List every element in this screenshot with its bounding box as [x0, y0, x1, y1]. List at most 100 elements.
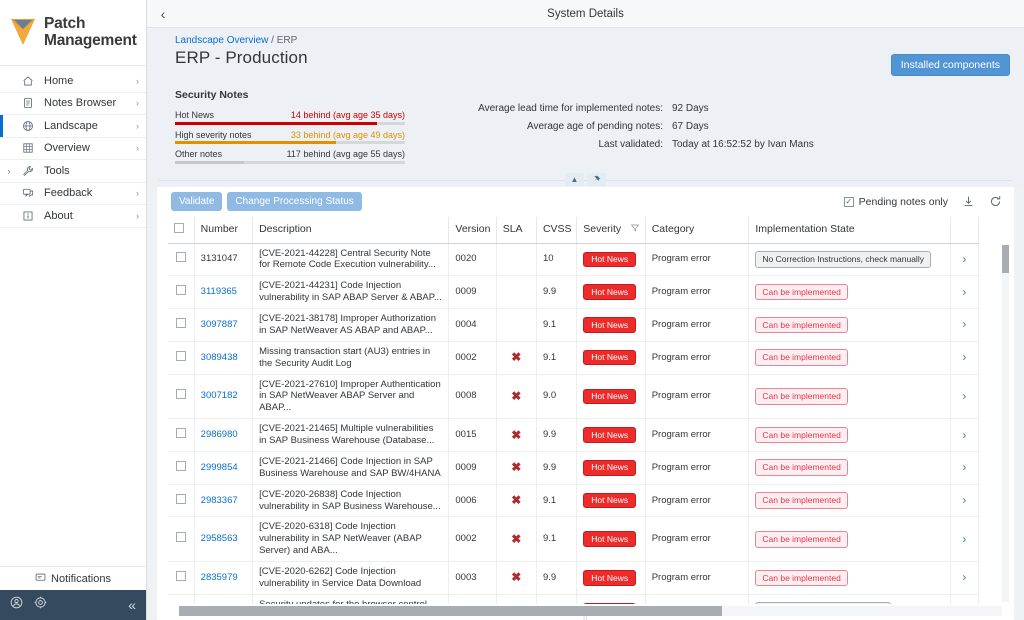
- th-version[interactable]: Version: [449, 217, 496, 244]
- table-row[interactable]: 3097887[CVE-2021-38178] Improper Authori…: [168, 309, 979, 342]
- note-number[interactable]: 2986980: [201, 429, 238, 440]
- validate-button[interactable]: Validate: [171, 192, 222, 211]
- row-checkbox[interactable]: [176, 252, 186, 262]
- cell-number[interactable]: 2958563: [194, 517, 252, 562]
- row-checkbox[interactable]: [176, 285, 186, 295]
- chevron-right-icon[interactable]: ›: [962, 285, 966, 299]
- th-severity[interactable]: Severity: [577, 217, 645, 244]
- th-cvss[interactable]: CVSS: [536, 217, 576, 244]
- row-select-cell[interactable]: [168, 451, 194, 484]
- note-number[interactable]: 2999854: [201, 462, 238, 473]
- cell-number[interactable]: 2986980: [194, 419, 252, 452]
- cell-navigate[interactable]: ›: [950, 594, 978, 604]
- row-select-cell[interactable]: [168, 243, 194, 276]
- table-row[interactable]: 2983367[CVE-2020-26838] Code Injection v…: [168, 484, 979, 517]
- collapse-panel-button[interactable]: ▲: [565, 173, 584, 186]
- cell-navigate[interactable]: ›: [950, 374, 978, 419]
- row-checkbox[interactable]: [176, 318, 186, 328]
- th-description[interactable]: Description: [253, 217, 449, 244]
- chevron-right-icon[interactable]: ›: [962, 350, 966, 364]
- sidebar-item-about[interactable]: About›: [0, 205, 146, 228]
- row-select-cell[interactable]: [168, 419, 194, 452]
- chevron-right-icon[interactable]: ›: [962, 389, 966, 403]
- security-note-bar[interactable]: Hot News14 behind (avg age 35 days): [175, 110, 405, 125]
- note-number[interactable]: 2958563: [201, 533, 238, 544]
- note-number[interactable]: 2835979: [201, 572, 238, 583]
- user-icon[interactable]: [10, 596, 23, 614]
- cell-number[interactable]: 2835979: [194, 562, 252, 595]
- cell-number[interactable]: 2999854: [194, 451, 252, 484]
- chevron-right-icon[interactable]: ›: [962, 532, 966, 546]
- vertical-scrollbar-thumb[interactable]: [1002, 245, 1009, 273]
- row-checkbox[interactable]: [176, 461, 186, 471]
- cell-number[interactable]: 3089438: [194, 341, 252, 374]
- row-select-cell[interactable]: [168, 309, 194, 342]
- row-select-cell[interactable]: [168, 517, 194, 562]
- th-implementation-state[interactable]: Implementation State: [749, 217, 950, 244]
- table-row[interactable]: 2622660Security updates for the browser …: [168, 594, 979, 604]
- chevron-right-icon[interactable]: ›: [962, 570, 966, 584]
- sidebar-item-landscape[interactable]: Landscape›: [0, 115, 146, 138]
- security-note-bar[interactable]: High severity notes33 behind (avg age 49…: [175, 130, 405, 145]
- th-category[interactable]: Category: [645, 217, 749, 244]
- row-checkbox[interactable]: [176, 494, 186, 504]
- th-sla[interactable]: SLA: [496, 217, 536, 244]
- cell-number[interactable]: 3097887: [194, 309, 252, 342]
- chevron-right-icon[interactable]: ›: [962, 428, 966, 442]
- row-checkbox[interactable]: [176, 428, 186, 438]
- chevron-right-icon[interactable]: ›: [962, 252, 966, 266]
- resize-grip[interactable]: ∷: [157, 615, 1014, 620]
- cell-navigate[interactable]: ›: [950, 517, 978, 562]
- breadcrumb-link[interactable]: Landscape Overview: [175, 35, 268, 46]
- table-row[interactable]: 2999854[CVE-2021-21466] Code Injection i…: [168, 451, 979, 484]
- row-checkbox[interactable]: [176, 532, 186, 542]
- row-select-cell[interactable]: [168, 276, 194, 309]
- cell-navigate[interactable]: ›: [950, 276, 978, 309]
- sidebar-item-notes-browser[interactable]: Notes Browser›: [0, 93, 146, 116]
- table-row[interactable]: 3089438Missing transaction start (AU3) e…: [168, 341, 979, 374]
- cell-navigate[interactable]: ›: [950, 562, 978, 595]
- row-select-cell[interactable]: [168, 374, 194, 419]
- cell-navigate[interactable]: ›: [950, 243, 978, 276]
- table-row[interactable]: 2986980[CVE-2021-21465] Multiple vulnera…: [168, 419, 979, 452]
- sidebar-item-overview[interactable]: Overview›: [0, 138, 146, 161]
- gear-icon[interactable]: [34, 596, 47, 614]
- table-row[interactable]: 3131047[CVE-2021-44228] Central Security…: [168, 243, 979, 276]
- note-number[interactable]: 3119365: [201, 286, 237, 297]
- double-chevron-left-icon[interactable]: «: [128, 598, 136, 612]
- cell-number[interactable]: 3131047: [194, 243, 252, 276]
- cell-number[interactable]: 3007182: [194, 374, 252, 419]
- pending-notes-only-checkbox[interactable]: ✓ Pending notes only: [844, 196, 948, 208]
- change-processing-status-button[interactable]: Change Processing Status: [227, 192, 361, 211]
- refresh-icon[interactable]: [989, 195, 1002, 208]
- row-checkbox[interactable]: [176, 389, 186, 399]
- cell-navigate[interactable]: ›: [950, 451, 978, 484]
- note-number[interactable]: 3089438: [201, 352, 238, 363]
- cell-number[interactable]: 3119365: [194, 276, 252, 309]
- cell-navigate[interactable]: ›: [950, 309, 978, 342]
- sidebar-item-feedback[interactable]: Feedback›: [0, 183, 146, 206]
- row-checkbox[interactable]: [176, 351, 186, 361]
- row-select-cell[interactable]: [168, 594, 194, 604]
- select-all-checkbox[interactable]: [174, 223, 184, 233]
- cell-navigate[interactable]: ›: [950, 484, 978, 517]
- table-row[interactable]: 3119365[CVE-2021-44231] Code Injection v…: [168, 276, 979, 309]
- sidebar-item-home[interactable]: Home›: [0, 70, 146, 93]
- cell-navigate[interactable]: ›: [950, 341, 978, 374]
- note-number[interactable]: 2983367: [201, 495, 238, 506]
- download-icon[interactable]: [962, 195, 975, 208]
- vertical-scrollbar[interactable]: [1002, 245, 1009, 603]
- cell-number[interactable]: 2622660: [194, 594, 252, 604]
- th-select-all[interactable]: [168, 217, 194, 244]
- expander-icon[interactable]: ›: [0, 166, 18, 176]
- chevron-right-icon[interactable]: ›: [962, 317, 966, 331]
- cell-number[interactable]: 2983367: [194, 484, 252, 517]
- note-number[interactable]: 3097887: [201, 319, 238, 330]
- cell-navigate[interactable]: ›: [950, 419, 978, 452]
- installed-components-button[interactable]: Installed components: [891, 54, 1010, 76]
- sidebar-item-notifications[interactable]: Notifications: [0, 566, 146, 590]
- back-button[interactable]: ‹: [147, 6, 179, 22]
- table-row[interactable]: 2835979[CVE-2020-6262] Code Injection vu…: [168, 562, 979, 595]
- row-select-cell[interactable]: [168, 484, 194, 517]
- th-number[interactable]: Number: [194, 217, 252, 244]
